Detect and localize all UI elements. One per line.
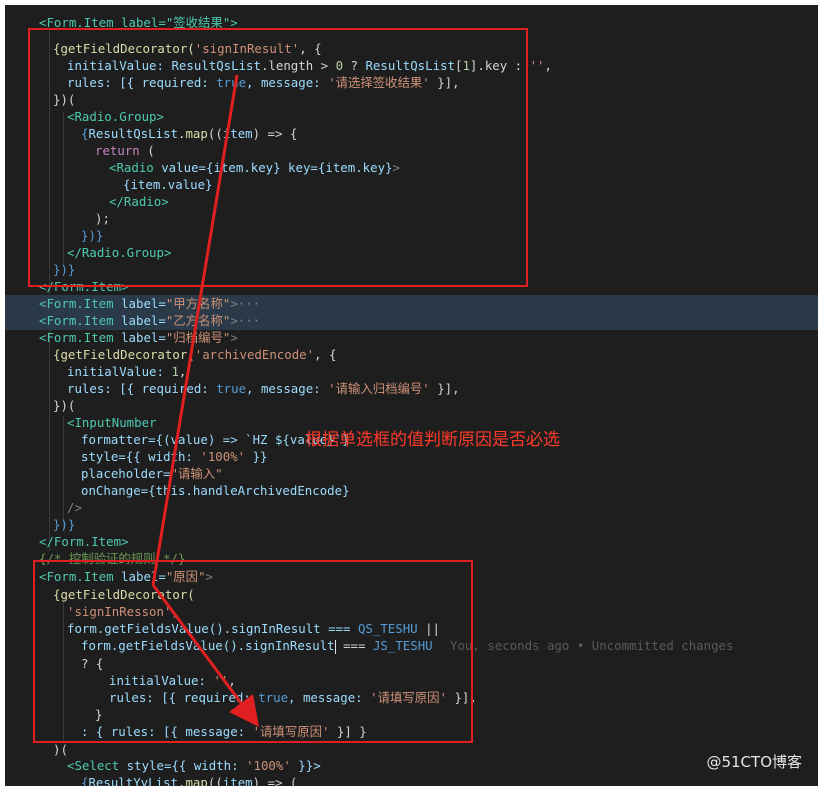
watermark: @51CTO博客: [706, 753, 802, 771]
annotation-text: 根据单选框的值判断原因是否必选: [305, 430, 560, 450]
code-editor[interactable]: <Form.Item label="签收结果"> {getFieldDecora…: [5, 5, 818, 786]
annotation-arrow: [151, 74, 259, 728]
